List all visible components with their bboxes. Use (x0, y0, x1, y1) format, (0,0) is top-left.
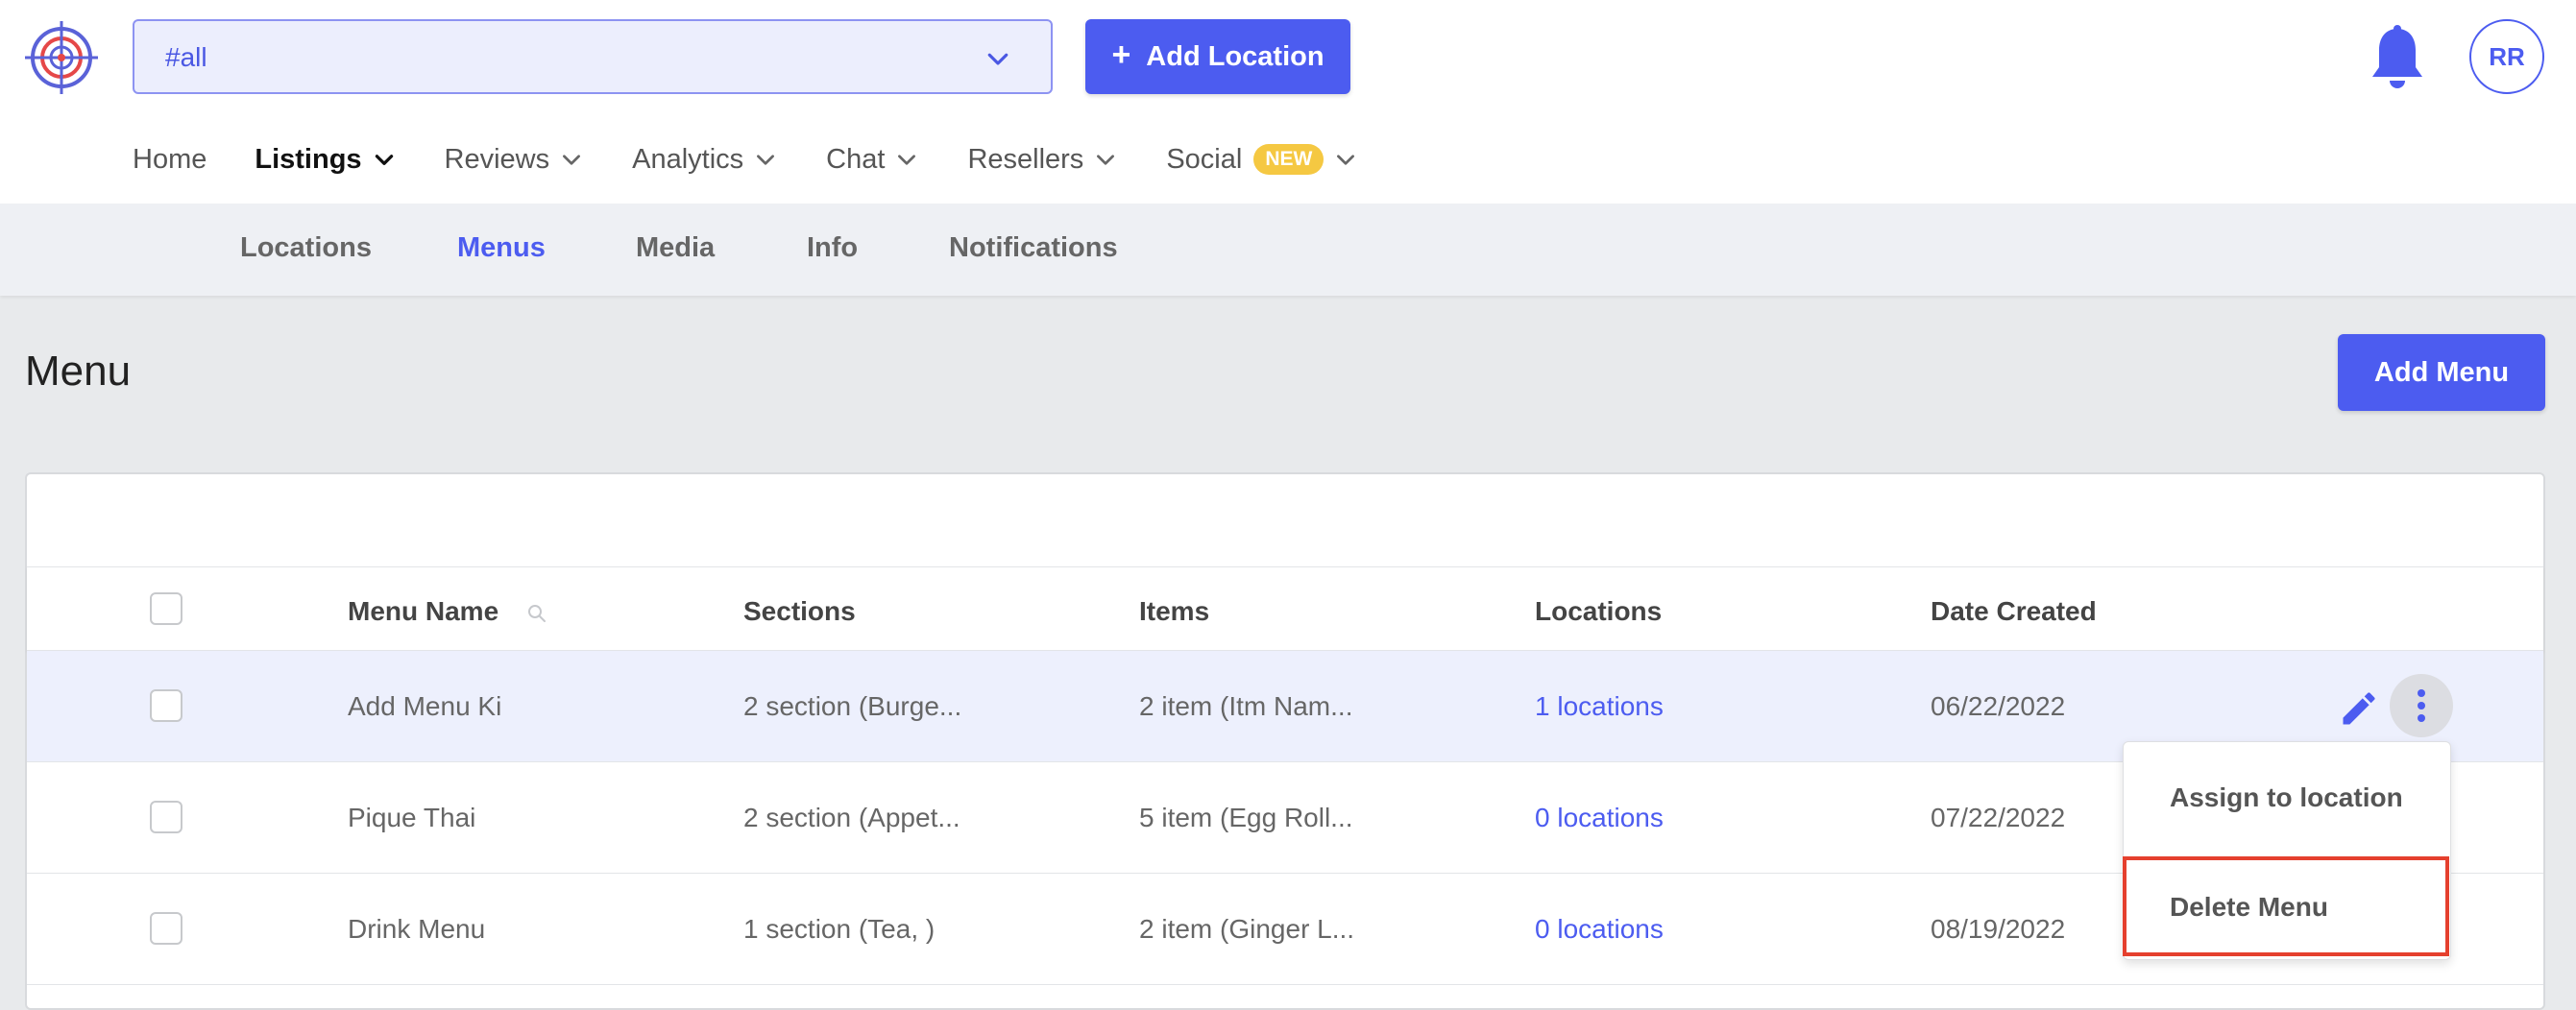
nav-item-label: Listings (255, 143, 362, 175)
main-nav: Home Listings Reviews Analytics Chat Res… (133, 140, 1406, 179)
menu-name-cell: Drink Menu (348, 914, 486, 944)
plus-icon: + (1111, 36, 1131, 73)
nav-item-resellers[interactable]: Resellers (967, 144, 1118, 176)
locations-link[interactable]: 0 locations (1535, 914, 1664, 945)
bell-icon[interactable] (2367, 25, 2428, 92)
locations-link[interactable]: 1 locations (1535, 691, 1664, 722)
table-header: Menu Name Sections Items Locations Date … (27, 566, 2543, 651)
location-filter-value: #all (165, 42, 207, 72)
pencil-icon[interactable] (2338, 687, 2380, 730)
nav-item-label: Analytics (632, 143, 744, 175)
nav-item-social[interactable]: Social NEW (1166, 144, 1358, 176)
nav-item-reviews[interactable]: Reviews (445, 144, 585, 176)
more-actions-button[interactable] (2390, 674, 2453, 737)
user-initials: RR (2489, 41, 2525, 71)
chevron-down-icon (563, 155, 581, 165)
column-header-sections: Sections (743, 596, 856, 626)
menu-item-assign-to-location[interactable]: Assign to location (2170, 782, 2403, 813)
tab-notifications[interactable]: Notifications (949, 232, 1118, 264)
add-menu-label: Add Menu (2373, 356, 2510, 388)
select-all-checkbox[interactable] (150, 592, 182, 625)
new-badge: NEW (1253, 144, 1324, 175)
date-created-cell: 06/22/2022 (1931, 691, 2066, 721)
search-icon[interactable] (525, 602, 548, 625)
column-header-menu-name[interactable]: Menu Name (348, 596, 548, 627)
more-vertical-icon (2418, 689, 2425, 722)
chevron-down-icon (375, 155, 393, 165)
column-header-label: Menu Name (348, 596, 499, 626)
sections-cell: 2 section (Burge... (743, 691, 962, 721)
menu-name-cell: Pique Thai (348, 803, 476, 832)
location-filter-select[interactable]: #all (133, 19, 1053, 94)
date-created-cell: 07/22/2022 (1931, 803, 2066, 832)
user-avatar[interactable]: RR (2469, 19, 2544, 94)
chevron-down-icon (1337, 155, 1355, 165)
target-logo-icon[interactable] (23, 19, 100, 96)
column-header-date-created: Date Created (1931, 596, 2097, 626)
nav-item-label: Social (1166, 143, 1243, 175)
row-checkbox[interactable] (150, 912, 182, 945)
nav-item-label: Resellers (967, 143, 1084, 175)
items-cell: 2 item (Itm Nam... (1139, 691, 1353, 721)
highlight-box (2123, 856, 2449, 956)
top-header: #all + Add Location RR Home Listings Rev… (0, 0, 2576, 204)
locations-link[interactable]: 0 locations (1535, 803, 1664, 833)
date-created-cell: 08/19/2022 (1931, 914, 2066, 944)
add-location-button[interactable]: + Add Location (1085, 19, 1350, 94)
sub-nav: Locations Menus Media Info Notifications (0, 204, 2576, 296)
nav-item-listings[interactable]: Listings (255, 144, 396, 176)
page-title: Menu (25, 348, 132, 395)
chevron-down-icon (898, 155, 916, 165)
chevron-down-icon (1097, 155, 1115, 165)
tab-menus[interactable]: Menus (457, 232, 546, 264)
nav-item-label: Home (133, 143, 207, 175)
column-header-locations: Locations (1535, 596, 1663, 626)
add-menu-button[interactable]: Add Menu (2338, 334, 2545, 411)
chevron-down-icon (757, 155, 775, 165)
row-checkbox[interactable] (150, 689, 182, 722)
sections-cell: 2 section (Appet... (743, 803, 960, 832)
nav-item-chat[interactable]: Chat (826, 144, 919, 176)
items-cell: 5 item (Egg Roll... (1139, 803, 1353, 832)
nav-item-label: Reviews (444, 143, 550, 175)
tab-locations[interactable]: Locations (240, 232, 372, 264)
add-location-label: Add Location (1146, 40, 1324, 72)
nav-item-analytics[interactable]: Analytics (632, 144, 778, 176)
tab-info[interactable]: Info (807, 232, 858, 264)
chevron-down-icon (987, 53, 1009, 65)
nav-item-home[interactable]: Home (133, 144, 207, 176)
menu-name-cell: Add Menu Ki (348, 691, 502, 721)
nav-item-label: Chat (826, 143, 886, 175)
items-cell: 2 item (Ginger L... (1139, 914, 1355, 944)
column-header-items: Items (1139, 596, 1210, 626)
sections-cell: 1 section (Tea, ) (743, 914, 936, 944)
row-checkbox[interactable] (150, 801, 182, 833)
tab-media[interactable]: Media (636, 232, 715, 264)
